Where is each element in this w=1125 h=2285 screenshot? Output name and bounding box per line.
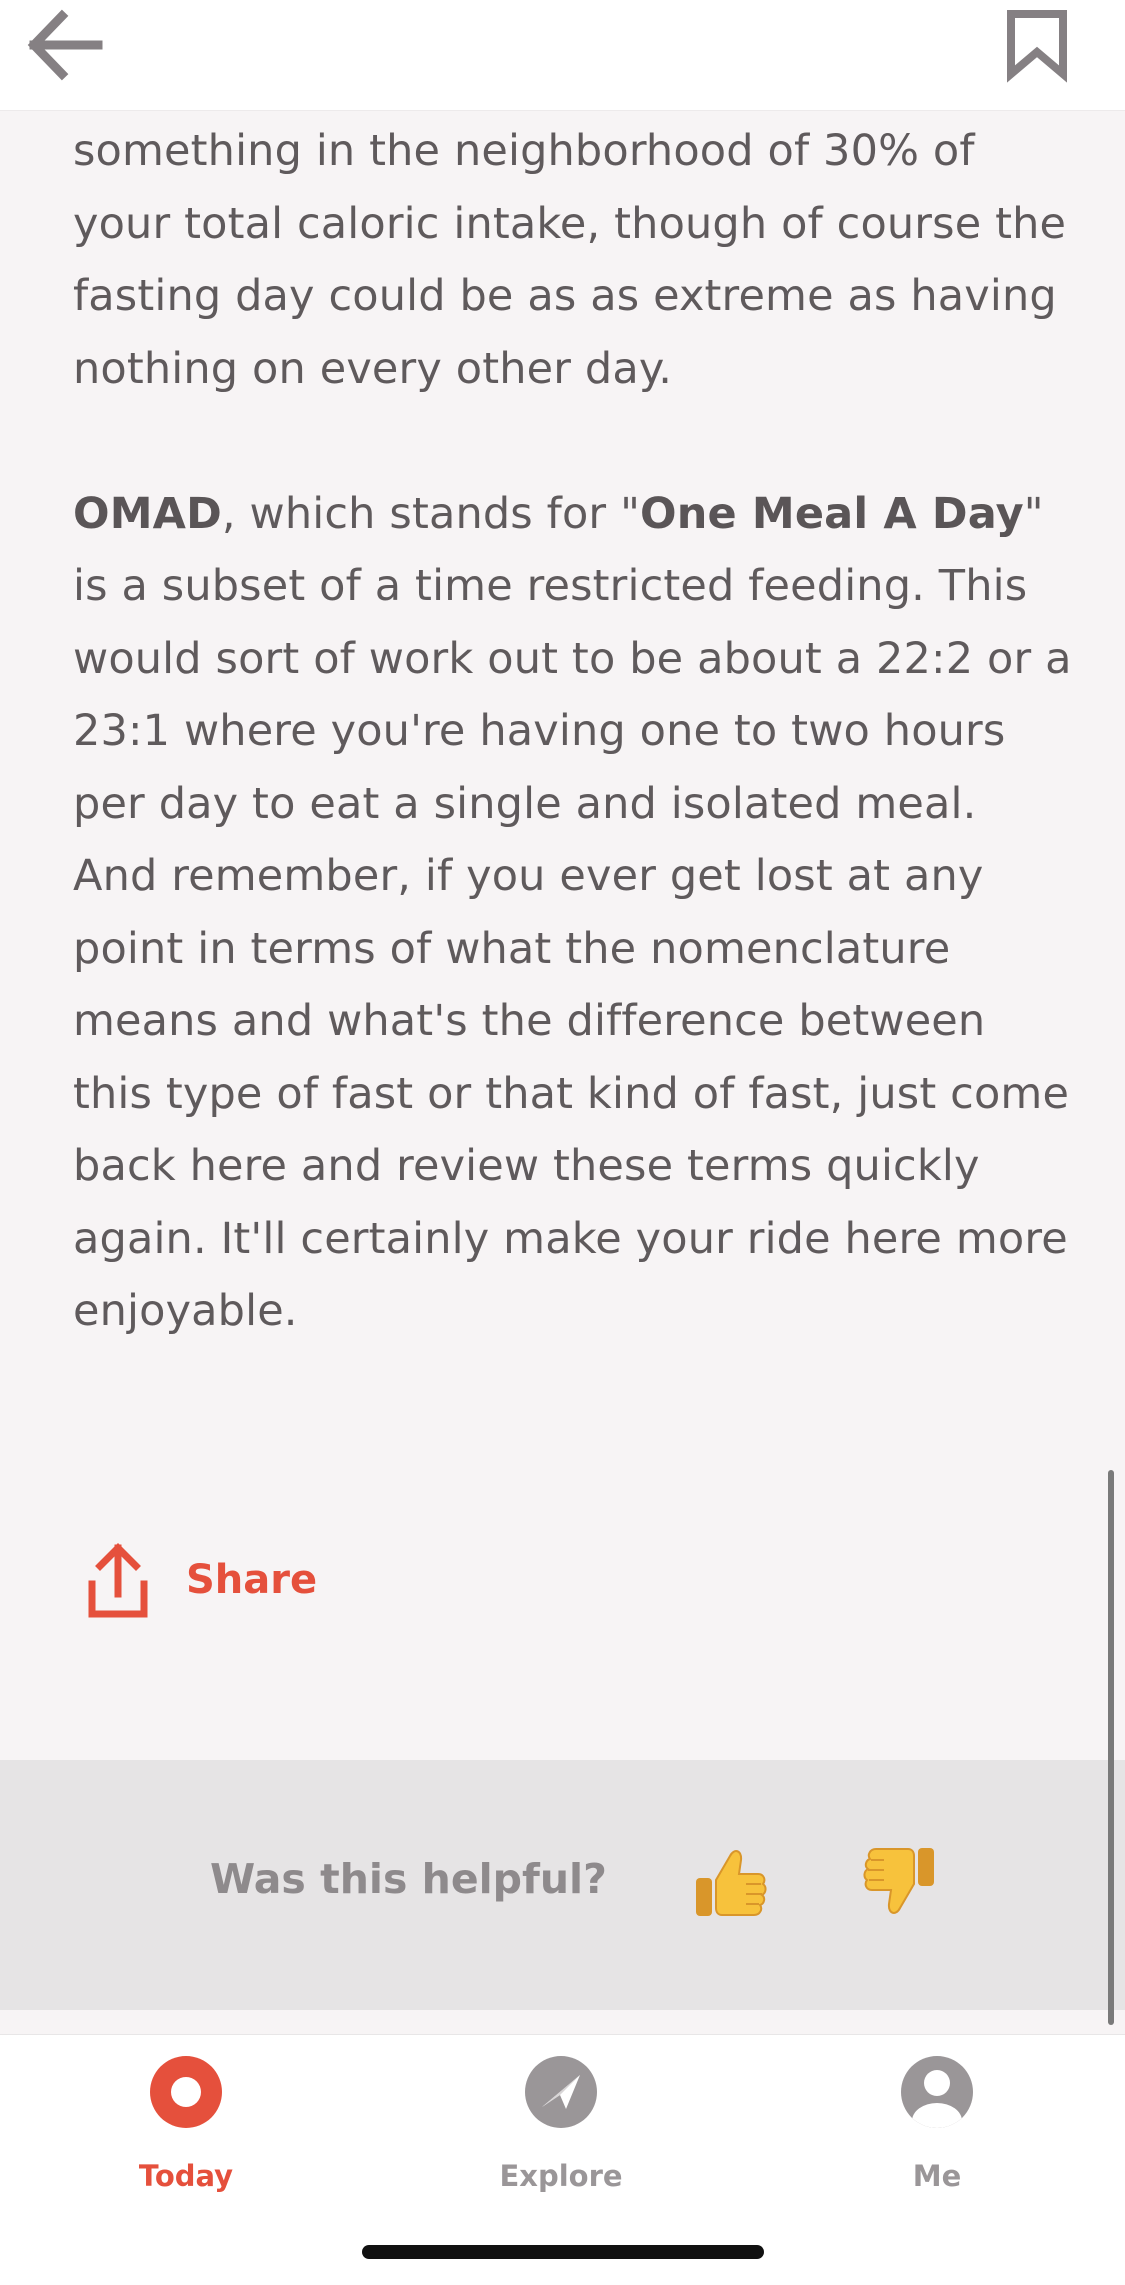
tab-explore-label: Explore [499,2159,623,2193]
profile-icon [901,2056,973,2128]
feedback-question: Was this helpful? [210,1855,607,1903]
omad-term: OMAD [73,488,222,539]
omad-text-2: " is a subset of a time restricted feedi… [73,488,1072,1337]
share-label: Share [186,1557,318,1603]
compass-icon [525,2056,597,2128]
tab-today-label: Today [138,2159,234,2193]
article-body: something in the neighborhood of 30% of … [73,115,1073,1348]
arrow-left-icon [27,9,103,81]
tab-explore[interactable]: Explore [461,2055,661,2215]
share-button[interactable]: Share [86,1540,317,1620]
home-indicator[interactable] [362,2245,764,2259]
tab-me[interactable]: Me [837,2055,1037,2215]
article-paragraph: something in the neighborhood of 30% of … [73,126,1067,394]
tab-today[interactable]: Today [86,2055,286,2215]
today-ring-icon [150,2056,222,2128]
article-paragraph-omad: OMAD, which stands for "One Meal A Day" … [73,478,1073,1348]
omad-expansion: One Meal A Day [640,488,1024,539]
share-upload-icon [88,1543,148,1618]
omad-text-1: , which stands for " [221,488,640,539]
back-button[interactable] [16,4,106,84]
thumbs-down-button[interactable] [860,1842,940,1922]
bookmark-icon [1007,10,1067,83]
thumbs-up-button[interactable] [690,1842,770,1922]
feedback-section: Was this helpful? [0,1760,1125,2010]
scrollbar[interactable] [1108,1470,1114,2025]
top-bar [0,0,1125,110]
tab-me-label: Me [912,2159,962,2193]
thumbs-up-icon [696,1850,767,1916]
bookmark-button[interactable] [997,4,1077,84]
thumbs-down-icon [863,1848,934,1914]
